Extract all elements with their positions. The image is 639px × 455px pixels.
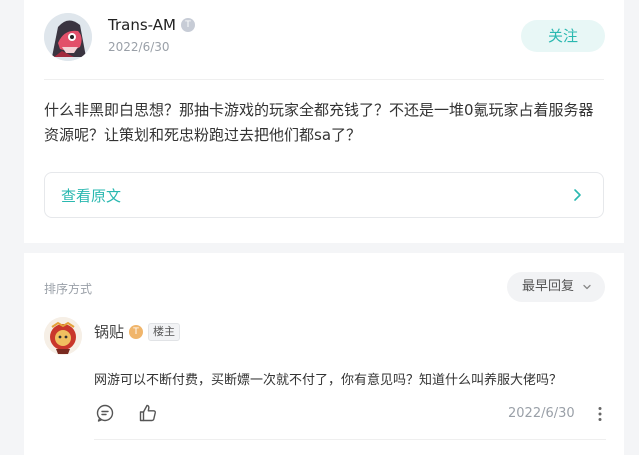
chevron-down-icon [583, 284, 591, 290]
comment-icon[interactable] [95, 403, 115, 423]
author-name-row: Trans-AM T [108, 16, 195, 34]
reply-date: 2022/6/30 [508, 406, 575, 421]
op-badge: 楼主 [148, 322, 181, 341]
post-card: Trans-AM T 2022/6/30 关注 什么非黑即白思想？那抽卡游戏的玩… [24, 0, 624, 243]
view-original-label: 查看原文 [61, 187, 122, 205]
sort-value: 最早回复 [522, 279, 575, 294]
reply-text: 网游可以不断付费，买断嫖一次就不付了，你有意见吗？知道什么叫养服大佬吗？ [94, 373, 563, 388]
post-date: 2022/6/30 [108, 40, 170, 54]
reply-level-badge: T [129, 324, 144, 339]
chevron-right-icon [574, 189, 581, 201]
reply-author-name[interactable]: 锅贴 [94, 321, 124, 342]
view-original-button[interactable]: 查看原文 [44, 172, 604, 218]
level-badge: T [180, 18, 195, 32]
reply-author-row: 锅贴 T 楼主 [94, 321, 181, 342]
replies-card: 排序方式 最早回复 锅贴 T 楼主 网游可以不断付费，买断嫖一次就不付了，你有意… [24, 253, 624, 455]
author-avatar[interactable] [44, 13, 92, 61]
sort-dropdown[interactable]: 最早回复 [507, 272, 605, 302]
author-name[interactable]: Trans-AM [108, 16, 176, 34]
reply-divider [94, 439, 606, 440]
pink-creature-avatar-icon [44, 13, 92, 61]
reply-author-avatar[interactable] [44, 317, 82, 355]
like-icon[interactable] [138, 403, 158, 423]
follow-button[interactable]: 关注 [521, 20, 605, 52]
sort-label: 排序方式 [44, 282, 93, 296]
header-divider [44, 79, 604, 80]
more-icon[interactable] [596, 405, 604, 423]
post-body: 什么非黑即白思想？那抽卡游戏的玩家全都充钱了？不还是一堆0氪玩家占着服务器资源呢… [44, 101, 594, 144]
lion-knight-avatar-icon [44, 317, 82, 355]
